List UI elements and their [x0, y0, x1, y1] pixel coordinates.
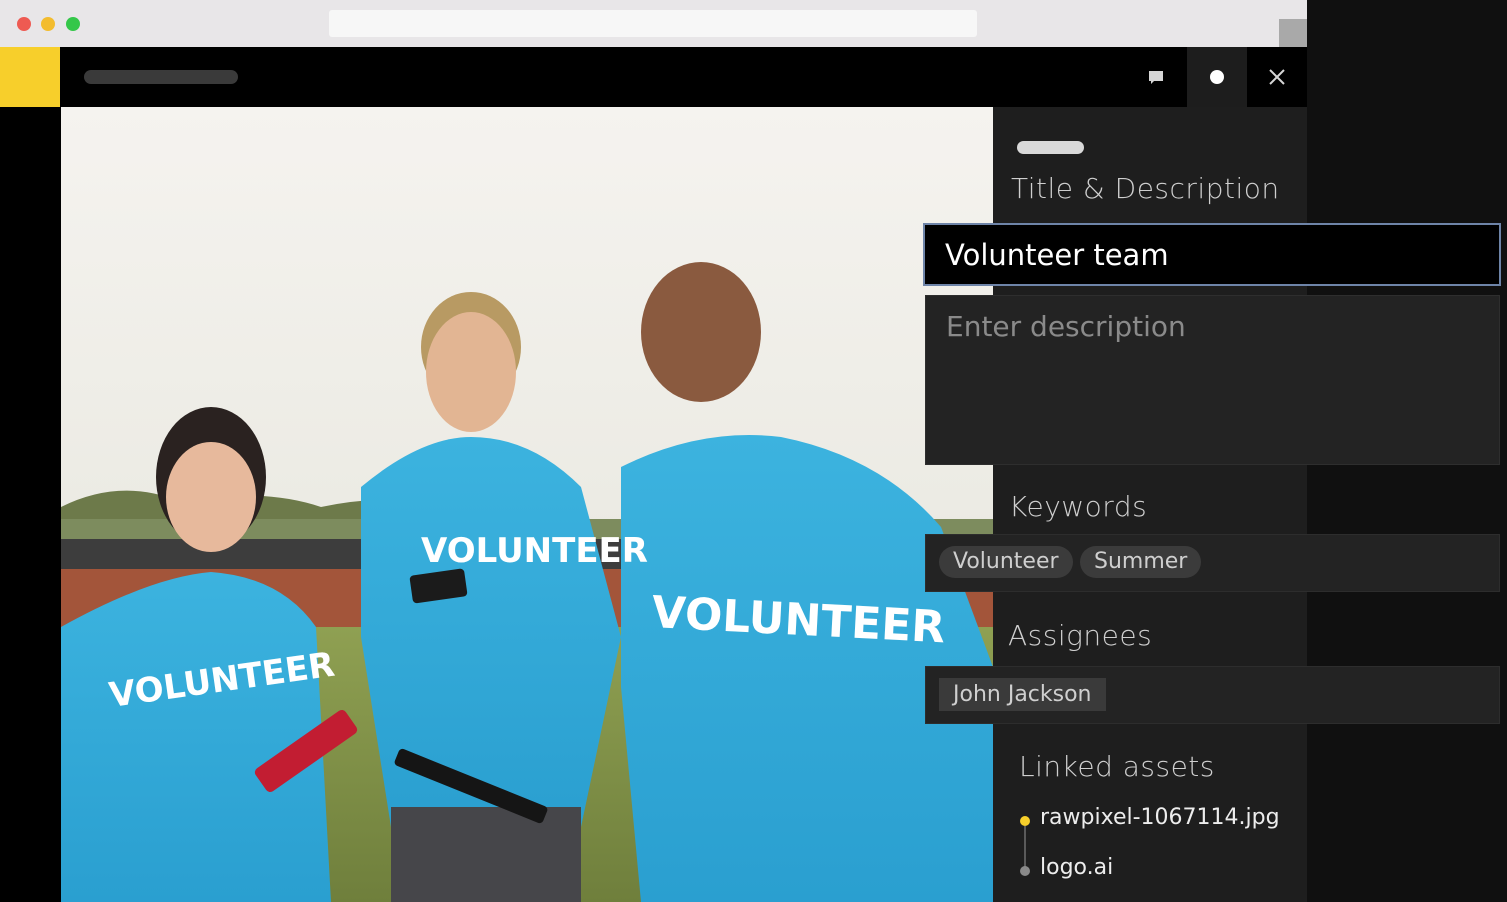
header-title-placeholder: [84, 70, 238, 84]
assignees-heading: Assignees: [1008, 619, 1153, 652]
close-icon: [1269, 69, 1285, 85]
shirt-text-1: VOLUNTEER: [421, 531, 648, 571]
title-input[interactable]: [923, 223, 1501, 286]
window-minimize-button[interactable]: [41, 17, 55, 31]
left-gutter: [0, 107, 61, 902]
keywords-heading: Keywords: [1009, 490, 1148, 523]
keywords-field[interactable]: Volunteer Summer: [925, 534, 1500, 592]
asset-dot-icon: [1020, 866, 1030, 876]
window-close-button[interactable]: [17, 17, 31, 31]
app-header: [0, 47, 1307, 107]
browser-toolbar: [0, 0, 1307, 47]
volunteers-photo: VOLUNTEER VOLUNTEER VOLUNTEER: [61, 107, 993, 902]
address-bar[interactable]: [329, 10, 977, 37]
status-dot-icon: [1210, 70, 1224, 84]
asset-dot-icon: [1020, 816, 1030, 826]
assignees-field[interactable]: John Jackson: [925, 666, 1500, 724]
keyword-chip[interactable]: Volunteer: [939, 546, 1073, 578]
status-button[interactable]: [1187, 47, 1247, 107]
close-panel-button[interactable]: [1247, 47, 1307, 107]
browser-scrollbar[interactable]: [1279, 19, 1307, 47]
assignee-chip[interactable]: John Jackson: [939, 678, 1106, 711]
window-maximize-button[interactable]: [66, 17, 80, 31]
asset-preview-image: VOLUNTEER VOLUNTEER VOLUNTEER: [61, 107, 993, 902]
panel-drag-handle[interactable]: [1017, 141, 1084, 154]
comments-button[interactable]: [1126, 47, 1186, 107]
linked-assets-heading: Linked assets: [1019, 750, 1215, 783]
linked-asset-item[interactable]: rawpixel-1067114.jpg: [1040, 805, 1280, 830]
app-logo[interactable]: [0, 47, 60, 107]
title-description-heading: Title & Description: [1011, 172, 1280, 205]
linked-asset-item[interactable]: logo.ai: [1040, 855, 1113, 880]
description-input[interactable]: [925, 295, 1500, 465]
linked-assets-connector: [1024, 826, 1026, 870]
comment-icon: [1149, 71, 1163, 84]
keyword-chip[interactable]: Summer: [1080, 546, 1202, 578]
